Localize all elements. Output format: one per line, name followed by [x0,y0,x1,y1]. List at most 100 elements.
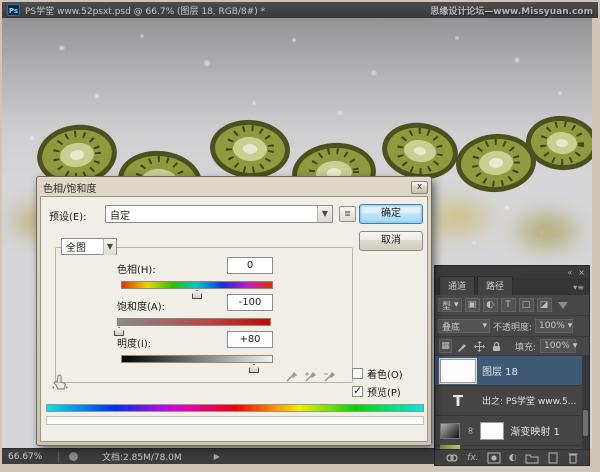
preset-value: 自定 [106,207,317,222]
tab-paths[interactable]: 路径 [477,276,513,295]
panel-bottom-toolbar: fx. ◐ [435,449,589,465]
eyedropper-minus-icon[interactable] [323,369,336,383]
eyedropper-plus-icon[interactable] [304,369,317,383]
eyedropper-icon[interactable] [285,369,298,383]
scrollbar-handle[interactable] [583,410,588,436]
layer-name[interactable]: 渐变映射 1 [510,423,560,438]
preview-label: 预览(P) [367,384,401,399]
filter-pixel-layers-icon[interactable]: ▣ [465,298,480,312]
opacity-label: 不透明度: [493,320,532,333]
text-layer-icon: T [440,392,476,410]
chevron-down-icon: ▾ [568,321,573,331]
saturation-label: 饱和度(A): [117,298,165,313]
panel-tab-bar: 通道 路径 ▾≡ [435,278,589,295]
layer-list: 图层 18 T 出之: PS学堂 www.5... ∞ 渐变映射 1 [435,356,589,449]
blend-mode-row: 叠底 ▾ 不透明度: 100% ▾ [435,316,589,337]
lock-transparency-icon[interactable]: ▦ [439,339,452,353]
preview-row: 预览(P) [352,384,401,399]
filter-type-dropdown[interactable]: 型 ▾ [438,298,462,312]
add-adjustment-layer-icon[interactable]: ◐ [509,453,517,463]
tab-channels[interactable]: 通道 [439,276,475,295]
colorize-label: 着色(O) [367,366,403,381]
close-panel-icon[interactable]: × [578,268,585,277]
layer-mask-thumbnail[interactable] [480,422,504,440]
layer-filter-row: 型 ▾ ▣ ◐ T □ ◪ [435,295,589,316]
filter-type-label: 型 [442,299,451,312]
lock-all-icon[interactable] [490,340,503,353]
dialog-close-button[interactable]: x [411,181,428,194]
gradient-map-thumbnail[interactable] [440,423,460,439]
blend-mode-dropdown[interactable]: 叠底 ▾ [438,319,490,333]
layer-list-scrollbar[interactable] [582,356,589,449]
channel-dropdown[interactable]: 全图 ▼ [61,238,117,255]
targeted-adjustment-tool-icon[interactable] [50,373,70,391]
mask-link-icon: ∞ [465,426,476,434]
output-spectrum-bar [46,416,424,425]
preview-checkbox[interactable] [352,386,363,397]
layer-row-text[interactable]: T 出之: PS学堂 www.5... [435,386,589,416]
layer-name[interactable]: 出之: PS学堂 www.5... [482,394,576,407]
filter-shape-layers-icon[interactable]: □ [519,298,534,312]
lock-paint-brush-icon[interactable] [456,340,469,353]
opacity-dropdown[interactable]: 100% ▾ [535,319,573,333]
status-options-arrow-icon[interactable]: ▶ [214,452,220,461]
opacity-value: 100% [539,321,565,331]
collapse-panel-icon[interactable]: « [567,268,572,277]
lock-move-icon[interactable] [473,340,486,353]
cancel-button[interactable]: 取消 [359,231,423,251]
partially-visible-layer-thumbnail [440,445,460,449]
chevron-down-icon: ▼ [103,239,116,255]
lightness-label: 明度(I): [117,335,151,350]
fill-dropdown[interactable]: 100% ▾ [540,339,576,353]
filter-toggle-icon[interactable] [558,302,568,309]
watermark-text: 思缘设计论坛—www.Missyuan.com [430,4,593,17]
document-size-info: 文档:2.85M/78.0M [102,450,182,463]
lock-row: ▦ 填充: 100% ▾ [435,337,589,356]
panel-menu-icon[interactable]: ▾≡ [568,283,589,295]
photoshop-logo-icon: Ps [7,4,20,16]
document-title: PS学堂 www.52psxt.psd @ 66.7% (图层 18, RGB/… [25,4,425,17]
preset-dropdown[interactable]: 自定 ▼ [105,205,333,223]
preset-options-icon[interactable]: ≣ [339,206,356,222]
channel-value: 全图 [62,239,103,254]
layer-row-layer-18[interactable]: 图层 18 [435,356,589,386]
lightness-slider[interactable] [121,355,273,363]
divider [58,451,59,463]
hue-input[interactable]: 0 [227,257,273,274]
preset-label: 预设(E): [49,208,87,223]
app-titlebar: Ps PS学堂 www.52psxt.psd @ 66.7% (图层 18, R… [2,2,598,18]
eyedropper-group [285,369,337,385]
status-bar: 66.67% 文档:2.85M/78.0M ▶ [2,448,434,464]
layer-row-gradient-map[interactable]: ∞ 渐变映射 1 [435,416,589,446]
chevron-down-icon: ▾ [573,341,578,351]
ok-button[interactable]: 确定 [359,204,423,224]
hue-slider[interactable] [121,281,273,289]
chevron-down-icon: ▼ [317,206,332,222]
dialog-titlebar[interactable]: 色相/饱和度 x [40,179,428,196]
colorize-row: 着色(O) [352,366,403,381]
hue-saturation-dialog: 色相/饱和度 x 预设(E): 自定 ▼ ≣ 确定 取消 全图 ▼ 色相(H):… [36,176,432,446]
saturation-input[interactable]: -100 [227,294,273,311]
hue-label: 色相(H): [117,261,156,276]
fill-label: 填充: [515,340,536,353]
zoom-level-field[interactable]: 66.67% [8,452,48,462]
layer-name[interactable]: 图层 18 [482,363,518,378]
layer-thumbnail[interactable] [440,359,476,383]
delete-layer-icon[interactable] [567,451,579,464]
layer-style-icon[interactable]: fx. [467,453,478,463]
filter-adjustment-layers-icon[interactable]: ◐ [483,298,498,312]
new-group-icon[interactable] [525,452,539,464]
link-layers-icon[interactable] [445,452,459,464]
saturation-slider[interactable] [117,318,271,326]
add-layer-mask-icon[interactable] [487,452,501,464]
filter-smart-objects-icon[interactable]: ◪ [537,298,552,312]
layers-panel: « × 通道 路径 ▾≡ 型 ▾ ▣ ◐ T □ ◪ 叠底 ▾ 不透明度: [434,265,590,466]
lightness-input[interactable]: +80 [227,331,273,348]
status-circle-icon [69,452,78,461]
input-spectrum-bar [46,404,424,412]
filter-type-layers-icon[interactable]: T [501,298,516,312]
fill-value: 100% [544,341,570,351]
new-layer-icon[interactable] [547,451,559,464]
colorize-checkbox[interactable] [352,368,363,379]
chevron-down-icon: ▾ [482,321,487,331]
